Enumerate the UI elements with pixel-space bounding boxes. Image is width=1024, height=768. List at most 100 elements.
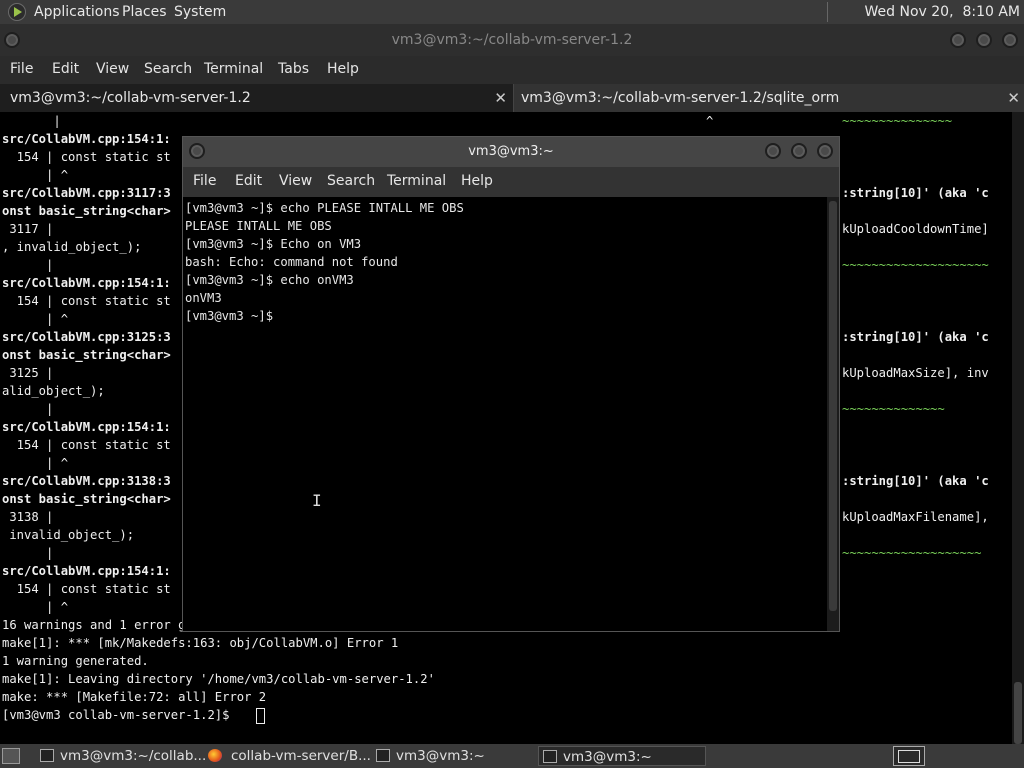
menu-search[interactable]: Search [144,61,192,77]
panel-separator [827,2,828,22]
menu-help[interactable]: Help [327,61,359,77]
firefox-icon [208,749,222,762]
terminal-line: bash: Echo: command not found [185,255,398,269]
terminal-line-fragment: kUploadCooldownTime] [842,222,989,236]
applications-menu[interactable]: Applications [34,4,120,20]
menu-help[interactable]: Help [461,173,493,189]
terminal-line: | [2,402,54,416]
clock[interactable]: Wed Nov 20, 8:10 AM [865,4,1020,20]
menu-view[interactable]: View [96,61,129,77]
places-menu[interactable]: Places [122,4,167,20]
terminal-line: src/CollabVM.cpp:154:1: [2,276,171,290]
task-button[interactable]: vm3@vm3:~ [372,746,532,766]
overlay-terminal-output[interactable]: [vm3@vm3 ~]$ echo PLEASE INTALL ME OBS PL… [183,197,827,631]
close-button[interactable] [1002,32,1018,48]
terminal-line: | ^ [2,600,69,614]
terminal-line-fragment: ~~~~~~~~~~~~~~~~~~~~ [842,258,989,272]
window-menu-button[interactable] [189,143,205,159]
menu-view[interactable]: View [279,173,312,189]
task-label: vm3@vm3:~ [396,748,485,764]
maximize-button[interactable] [976,32,992,48]
terminal-line: 154 | const static st [2,582,171,596]
minimize-button[interactable] [765,143,781,159]
menu-file[interactable]: File [193,173,216,189]
terminal-line: 154 | const static st [2,294,171,308]
overlay-terminal-window[interactable]: vm3@vm3:~ File Edit View Search Terminal… [182,136,840,632]
terminal-line: , invalid_object_); [2,240,142,254]
main-window-titlebar[interactable]: vm3@vm3:~/collab-vm-server-1.2 [0,24,1024,56]
terminal-line: onst basic_string<char> [2,348,171,362]
maximize-button[interactable] [791,143,807,159]
terminal-line: invalid_object_); [2,528,135,542]
task-button[interactable]: vm3@vm3:~/collab... [36,746,206,766]
terminal-line: src/CollabVM.cpp:3125:3 [2,330,171,344]
main-terminal-scrollbar[interactable] [1012,112,1024,744]
terminal-line: onst basic_string<char> [2,204,171,218]
distro-logo-icon[interactable] [8,3,26,21]
show-desktop-icon[interactable] [2,748,20,764]
terminal-line: src/CollabVM.cpp:154:1: [2,132,171,146]
terminal-line: | [2,546,54,560]
terminal-line: PLEASE INTALL ME OBS [185,219,332,233]
menu-file[interactable]: File [10,61,33,77]
task-label: collab-vm-server/B... [231,748,371,764]
task-label: vm3@vm3:~ [563,749,652,765]
task-button-active[interactable]: vm3@vm3:~ [538,746,706,766]
overlay-terminal-scrollbar[interactable] [827,197,839,631]
scrollbar-thumb[interactable] [1014,682,1022,744]
system-menu[interactable]: System [174,4,226,20]
terminal-line: [vm3@vm3 ~]$ echo onVM3 [185,273,354,287]
workspace-switcher[interactable] [893,746,925,766]
window-menu-button[interactable] [4,32,20,48]
minimize-button[interactable] [950,32,966,48]
main-window-title: vm3@vm3:~/collab-vm-server-1.2 [391,32,633,48]
terminal-line: 3125 | [2,366,54,380]
tab-bar: vm3@vm3:~/collab-vm-server-1.2 ✕ vm3@vm3… [0,84,1024,112]
tab-close-icon[interactable]: ✕ [494,84,507,112]
terminal-line: make[1]: *** [mk/Makedefs:163: obj/Colla… [2,636,399,650]
terminal-line: | [2,258,54,272]
menu-search[interactable]: Search [327,173,375,189]
overlay-titlebar[interactable]: vm3@vm3:~ [183,137,839,167]
task-label: vm3@vm3:~/collab... [60,748,207,764]
terminal-line: 3138 | [2,510,54,524]
terminal-line-fragment: ~~~~~~~~~~~~~~~ [842,114,953,128]
terminal-line-fragment: :string[10]' (aka 'c [842,330,989,344]
terminal-line: src/CollabVM.cpp:154:1: [2,564,171,578]
menu-tabs[interactable]: Tabs [278,61,309,77]
terminal-line: | ^ [2,168,69,182]
main-menubar: File Edit View Search Terminal Tabs Help [0,56,1024,84]
terminal-line: onVM3 [185,291,222,305]
terminal-line: 154 | const static st [2,150,171,164]
terminal-line: make[1]: Leaving directory '/home/vm3/co… [2,672,435,686]
terminal-icon [543,750,557,763]
terminal-icon [40,749,54,762]
terminal-line: src/CollabVM.cpp:154:1: [2,420,171,434]
overlay-window-title: vm3@vm3:~ [468,144,554,159]
terminal-line: [vm3@vm3 ~]$ [185,309,281,323]
menu-edit[interactable]: Edit [52,61,79,77]
terminal-cursor [256,708,265,724]
terminal-line: onst basic_string<char> [2,492,171,506]
tab-close-icon[interactable]: ✕ [1007,84,1020,112]
terminal-line-fragment: kUploadMaxFilename], [842,510,989,524]
menu-terminal[interactable]: Terminal [204,61,263,77]
terminal-line: make: *** [Makefile:72: all] Error 2 [2,690,267,704]
terminal-line-fragment: ~~~~~~~~~~~~~~ [842,402,945,416]
close-button[interactable] [817,143,833,159]
terminal-line: src/CollabVM.cpp:3138:3 [2,474,171,488]
task-button[interactable]: collab-vm-server/B... [204,746,371,766]
scrollbar-thumb[interactable] [829,201,837,611]
menu-edit[interactable]: Edit [235,173,262,189]
terminal-line: [vm3@vm3 collab-vm-server-1.2]$ [2,708,237,722]
terminal-icon [376,749,390,762]
tab-collab-vm-server[interactable]: vm3@vm3:~/collab-vm-server-1.2 ✕ [0,84,514,112]
tab-label: vm3@vm3:~/collab-vm-server-1.2 [10,90,251,106]
top-panel: Applications Places System Wed Nov 20, 8… [0,0,1024,24]
terminal-line: [vm3@vm3 ~]$ Echo on VM3 [185,237,362,251]
menu-terminal[interactable]: Terminal [387,173,446,189]
bottom-taskbar: vm3@vm3:~/collab... collab-vm-server/B..… [0,744,1024,768]
text-cursor-icon: I [312,491,322,510]
tab-sqlite-orm[interactable]: vm3@vm3:~/collab-vm-server-1.2/sqlite_or… [514,84,1024,112]
terminal-line-fragment: kUploadMaxSize], inv [842,366,989,380]
